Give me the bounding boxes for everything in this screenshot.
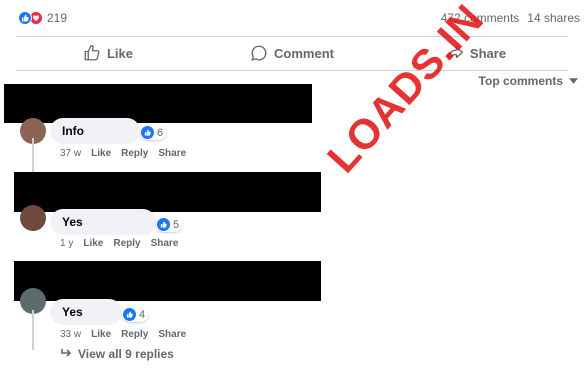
comment-reactions[interactable]: 6 xyxy=(140,125,167,140)
comment-button[interactable]: Comment xyxy=(200,38,384,68)
like-reaction-icon xyxy=(18,11,32,25)
comment-share-button[interactable]: Share xyxy=(158,148,186,159)
comment-bubble: Info xyxy=(50,118,140,144)
post-actions-bar: Like Comment Share xyxy=(16,38,568,68)
post-stats-row: 219 472 comments 14 shares xyxy=(18,8,584,28)
comment-sort-dropdown[interactable]: Top comments xyxy=(479,74,578,88)
like-button-label: Like xyxy=(106,45,133,61)
thread-line xyxy=(32,310,34,350)
view-replies-link[interactable]: View all 9 replies xyxy=(60,347,174,361)
comment-share-button[interactable]: Share xyxy=(151,238,179,249)
comment-text: Yes xyxy=(62,215,83,229)
comment-bubble: Yes xyxy=(50,209,156,235)
divider xyxy=(16,36,568,37)
comment-text: Yes xyxy=(62,305,83,319)
like-reaction-icon xyxy=(157,218,170,231)
comment-timestamp[interactable]: 1 y xyxy=(60,238,73,249)
comment-reaction-count: 5 xyxy=(173,218,180,231)
thumbs-up-icon xyxy=(84,44,100,61)
like-reaction-icon xyxy=(123,308,136,321)
redaction-bar xyxy=(14,261,321,301)
comment-reply-button[interactable]: Reply xyxy=(121,148,148,159)
comment-text: Info xyxy=(62,124,84,138)
comment-meta: 33 w Like Reply Share xyxy=(60,329,196,340)
avatar[interactable] xyxy=(20,205,46,231)
comment-meta: 37 w Like Reply Share xyxy=(60,148,196,159)
comment-bubble: Yes xyxy=(50,299,122,325)
comment-reactions[interactable]: 5 xyxy=(156,217,183,232)
comment-like-button[interactable]: Like xyxy=(91,148,111,159)
comment-share-button[interactable]: Share xyxy=(158,329,186,340)
comment-timestamp[interactable]: 33 w xyxy=(60,329,81,340)
like-button[interactable]: Like xyxy=(16,38,200,68)
share-button-label: Share xyxy=(469,45,507,61)
comment-reactions[interactable]: 4 xyxy=(122,307,149,322)
reaction-count: 219 xyxy=(47,11,68,25)
divider xyxy=(16,70,568,71)
comment-timestamp[interactable]: 37 w xyxy=(60,148,81,159)
comment-meta: 1 y Like Reply Share xyxy=(60,238,188,249)
comment-reaction-count: 4 xyxy=(139,308,146,321)
comment-reaction-count: 6 xyxy=(157,126,164,139)
thread-line xyxy=(32,138,34,174)
comment-reply-button[interactable]: Reply xyxy=(113,238,140,249)
reply-arrow-icon xyxy=(61,349,72,357)
comment-like-button[interactable]: Like xyxy=(91,329,111,340)
like-reaction-icon xyxy=(141,126,154,139)
redaction-bar xyxy=(4,84,312,123)
sort-label: Top comments xyxy=(478,74,563,88)
comment-reply-button[interactable]: Reply xyxy=(121,329,148,340)
view-replies-label: View all 9 replies xyxy=(78,347,174,361)
comment-bubble-icon xyxy=(251,45,267,61)
reactions-summary[interactable]: 219 xyxy=(18,11,67,25)
comment-like-button[interactable]: Like xyxy=(83,238,103,249)
share-count-link[interactable]: 14 shares xyxy=(527,11,580,25)
caret-down-icon xyxy=(569,78,578,84)
comment-button-label: Comment xyxy=(274,45,334,61)
redaction-bar xyxy=(14,172,321,212)
